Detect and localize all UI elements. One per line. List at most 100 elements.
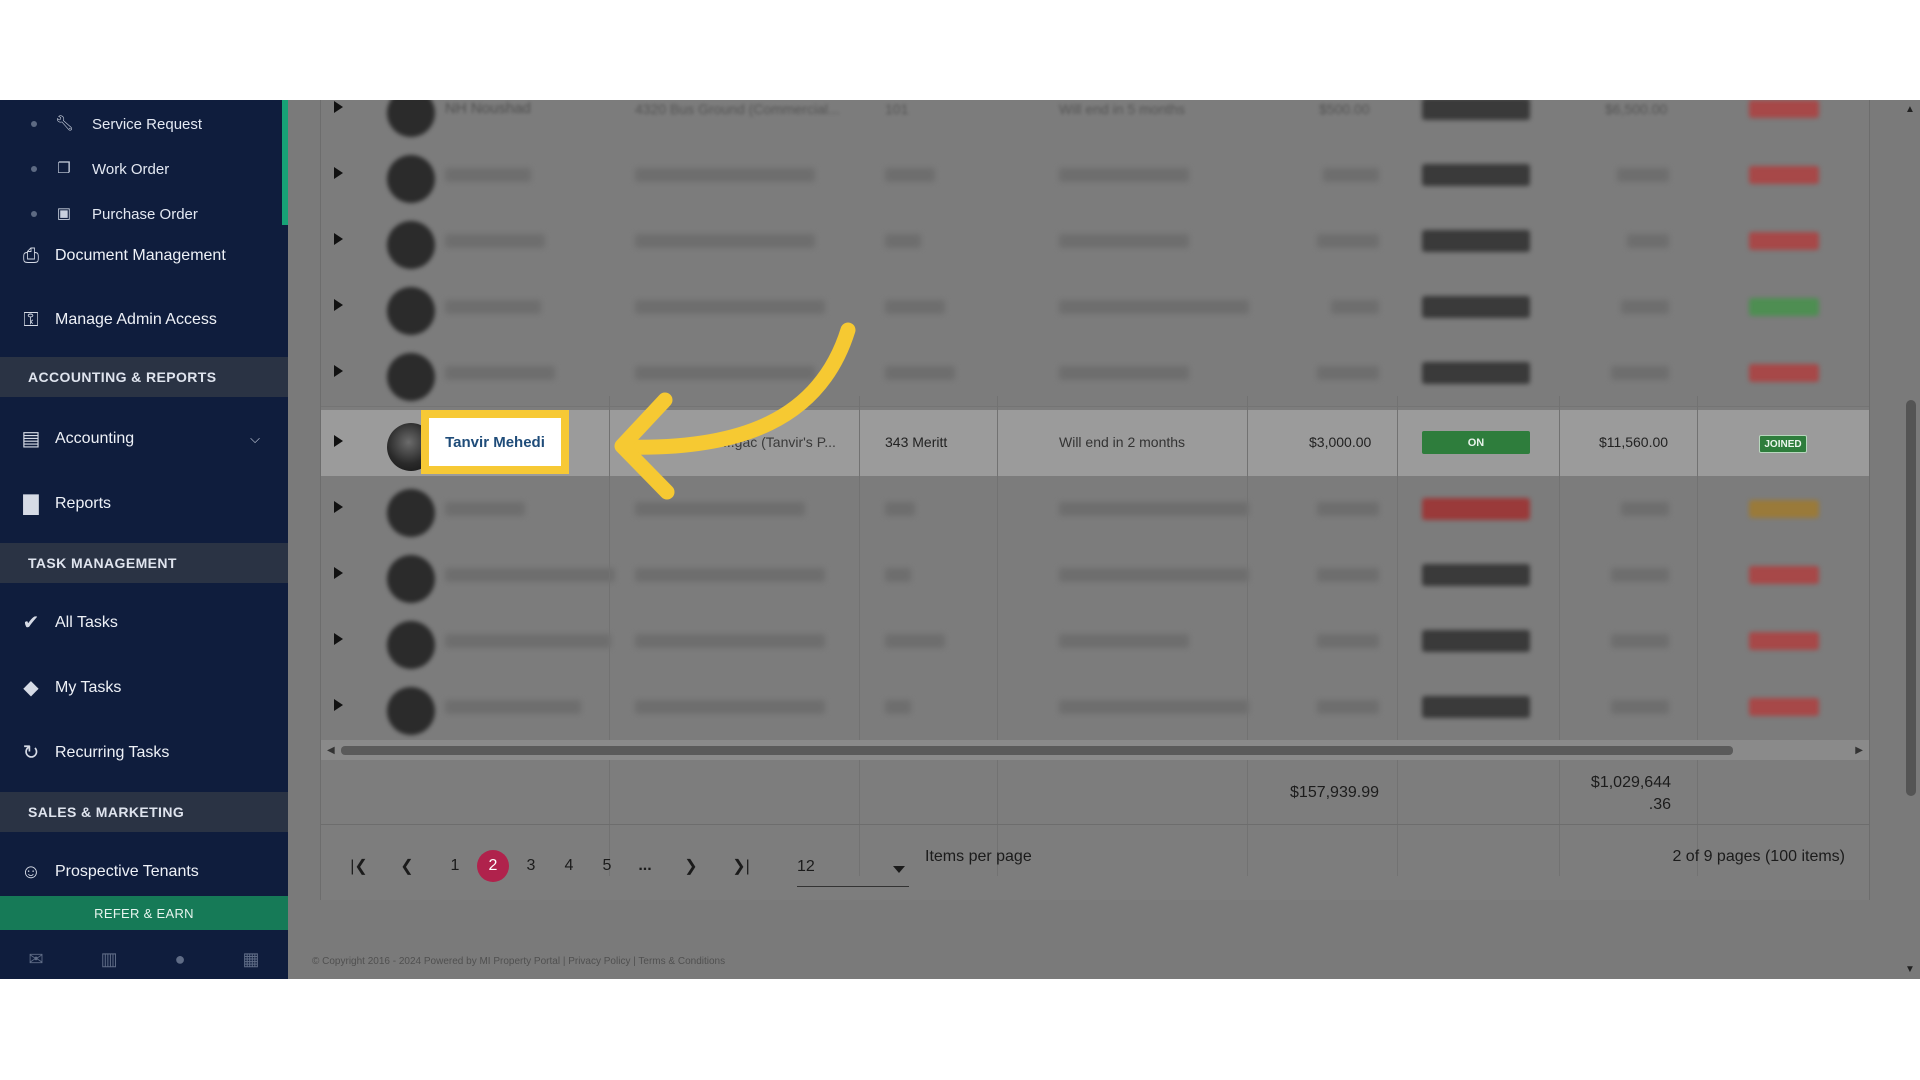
blurred-cell xyxy=(1621,502,1669,516)
tenants-table-panel: NH Noushad 4320 Bus Ground (Commercial..… xyxy=(320,100,1870,900)
document-management-icon: ⎙ xyxy=(23,245,39,267)
tag-icon: ◆ xyxy=(23,677,39,699)
wrench-icon: 🔧︎ xyxy=(55,115,75,132)
expand-row-icon[interactable] xyxy=(334,167,343,179)
blurred-cell xyxy=(1317,634,1379,648)
table-row[interactable] xyxy=(321,476,1869,543)
blurred-cell xyxy=(635,366,815,380)
status-badge xyxy=(1749,566,1819,584)
sidebar-item-prospective-tenants[interactable]: ☺ Prospective Tenants xyxy=(0,844,288,900)
scrollbar-thumb[interactable] xyxy=(341,746,1733,755)
scroll-left-icon[interactable]: ◀ xyxy=(327,745,335,756)
blurred-cell xyxy=(885,168,935,182)
tenant-name[interactable]: Tanvir Mehedi xyxy=(445,434,545,451)
blurred-cell xyxy=(635,234,815,248)
last-page-icon[interactable]: ❯| xyxy=(725,850,757,882)
scrollbar-thumb[interactable] xyxy=(1906,400,1916,796)
next-page-icon[interactable]: ❯ xyxy=(675,850,707,882)
briefcase-icon[interactable]: ▥ xyxy=(101,949,118,970)
tenant-name-link[interactable]: Tanvir Mehedi xyxy=(429,418,561,466)
blurred-cell xyxy=(1059,366,1189,380)
table-row[interactable] xyxy=(321,340,1869,407)
table-row[interactable] xyxy=(321,674,1869,741)
blurred-cell xyxy=(635,300,825,314)
bullet-dot xyxy=(31,121,37,127)
sidebar-item-label: Service Request xyxy=(92,115,203,133)
footer-text: © Copyright 2016 - 2024 Powered by MI Pr… xyxy=(312,956,726,967)
person-icon[interactable]: ● xyxy=(175,949,186,970)
sidebar-item-label: Accounting xyxy=(55,430,135,447)
joined-badge: JOINED xyxy=(1759,435,1807,453)
sidebar: 🔧︎ Service Request ❐ Work Order ▣ Purcha… xyxy=(0,100,288,979)
expand-row-icon[interactable] xyxy=(334,699,343,711)
sidebar-item-all-tasks[interactable]: ✔ All Tasks xyxy=(0,595,288,651)
tenant-name[interactable]: NH Noushad xyxy=(445,100,531,117)
totals-row: $157,939.99 $1,029,644 .36 xyxy=(321,760,1869,825)
avatar xyxy=(387,621,435,669)
sidebar-item-work-order[interactable]: ❐ Work Order xyxy=(0,147,282,191)
avatar xyxy=(387,100,435,137)
status-pill xyxy=(1422,498,1530,520)
expand-row-icon[interactable] xyxy=(334,435,343,447)
expand-row-icon[interactable] xyxy=(334,365,343,377)
horizontal-scrollbar[interactable]: ◀ ▶ xyxy=(321,740,1869,760)
blurred-cell xyxy=(445,634,611,648)
property-cell: 4320 Bus Ground (Commercial... xyxy=(635,101,840,117)
page-button[interactable]: 1 xyxy=(439,850,471,882)
mail-icon[interactable]: ✉ xyxy=(29,949,44,970)
items-per-page-select[interactable]: 12 xyxy=(797,846,909,887)
table-row-focused[interactable]: Tanvir Mehedi ...gac (Tanvir's P... 343 … xyxy=(321,410,1869,477)
items-per-page-label: Items per page xyxy=(925,848,1032,865)
scroll-up-icon[interactable]: ▲ xyxy=(1905,104,1915,115)
blurred-cell xyxy=(445,168,531,182)
expand-row-icon[interactable] xyxy=(334,567,343,579)
page-button-current[interactable]: 2 xyxy=(477,850,509,882)
first-page-icon[interactable]: |❮ xyxy=(343,850,375,882)
bullet-dot xyxy=(31,166,37,172)
table-row[interactable] xyxy=(321,208,1869,275)
blurred-cell xyxy=(885,300,945,314)
blurred-cell xyxy=(885,634,945,648)
status-pill xyxy=(1422,696,1530,718)
prev-page-icon[interactable]: ❮ xyxy=(391,850,423,882)
page-button[interactable]: 4 xyxy=(553,850,585,882)
table-row[interactable] xyxy=(321,142,1869,209)
sidebar-item-document-management[interactable]: ⎙ Document Management xyxy=(0,228,288,284)
sidebar-item-my-tasks[interactable]: ◆ My Tasks xyxy=(0,660,288,716)
blurred-cell xyxy=(1059,234,1189,248)
table-row[interactable] xyxy=(321,274,1869,341)
expand-row-icon[interactable] xyxy=(334,501,343,513)
page-button[interactable]: 3 xyxy=(515,850,547,882)
blurred-cell xyxy=(1621,300,1669,314)
sidebar-item-label: All Tasks xyxy=(55,614,118,631)
table-row[interactable] xyxy=(321,542,1869,609)
section-header-label: SALES & MARKETING xyxy=(28,804,185,820)
blurred-cell xyxy=(1317,502,1379,516)
table-row[interactable] xyxy=(321,608,1869,675)
sidebar-item-recurring-tasks[interactable]: ↻ Recurring Tasks xyxy=(0,725,288,781)
sidebar-bottom-toolbar: ✉ ▥ ● ▦ xyxy=(0,940,288,979)
scroll-down-icon[interactable]: ▼ xyxy=(1905,964,1915,975)
expand-row-icon[interactable] xyxy=(334,633,343,645)
status-badge xyxy=(1749,698,1819,716)
status-toggle[interactable]: ON xyxy=(1422,431,1530,454)
expand-row-icon[interactable] xyxy=(334,299,343,311)
blurred-cell xyxy=(1059,300,1249,314)
calendar-icon[interactable]: ▦ xyxy=(242,949,259,970)
sidebar-item-accounting[interactable]: ▤ Accounting ⌵ xyxy=(0,411,288,467)
chevron-down-icon[interactable]: ⌵ xyxy=(250,431,260,447)
section-header-accounting: ACCOUNTING & REPORTS xyxy=(0,357,288,397)
table-row[interactable]: NH Noushad 4320 Bus Ground (Commercial..… xyxy=(321,100,1869,143)
status-toggle-label: ON xyxy=(1467,436,1485,449)
sidebar-item-service-request[interactable]: 🔧︎ Service Request xyxy=(0,102,282,146)
page-button[interactable]: 5 xyxy=(591,850,623,882)
page-ellipsis[interactable]: ... xyxy=(629,850,661,882)
sidebar-item-reports[interactable]: ▇ Reports xyxy=(0,476,288,532)
expand-row-icon[interactable] xyxy=(334,233,343,245)
vertical-scrollbar[interactable]: ▲ ▼ xyxy=(1900,100,1920,979)
avatar xyxy=(387,687,435,735)
expand-row-icon[interactable] xyxy=(334,101,343,113)
refer-and-earn-button[interactable]: REFER & EARN xyxy=(0,896,288,930)
scroll-right-icon[interactable]: ▶ xyxy=(1855,745,1863,756)
sidebar-item-manage-admin-access[interactable]: ⚿ Manage Admin Access xyxy=(0,292,288,348)
